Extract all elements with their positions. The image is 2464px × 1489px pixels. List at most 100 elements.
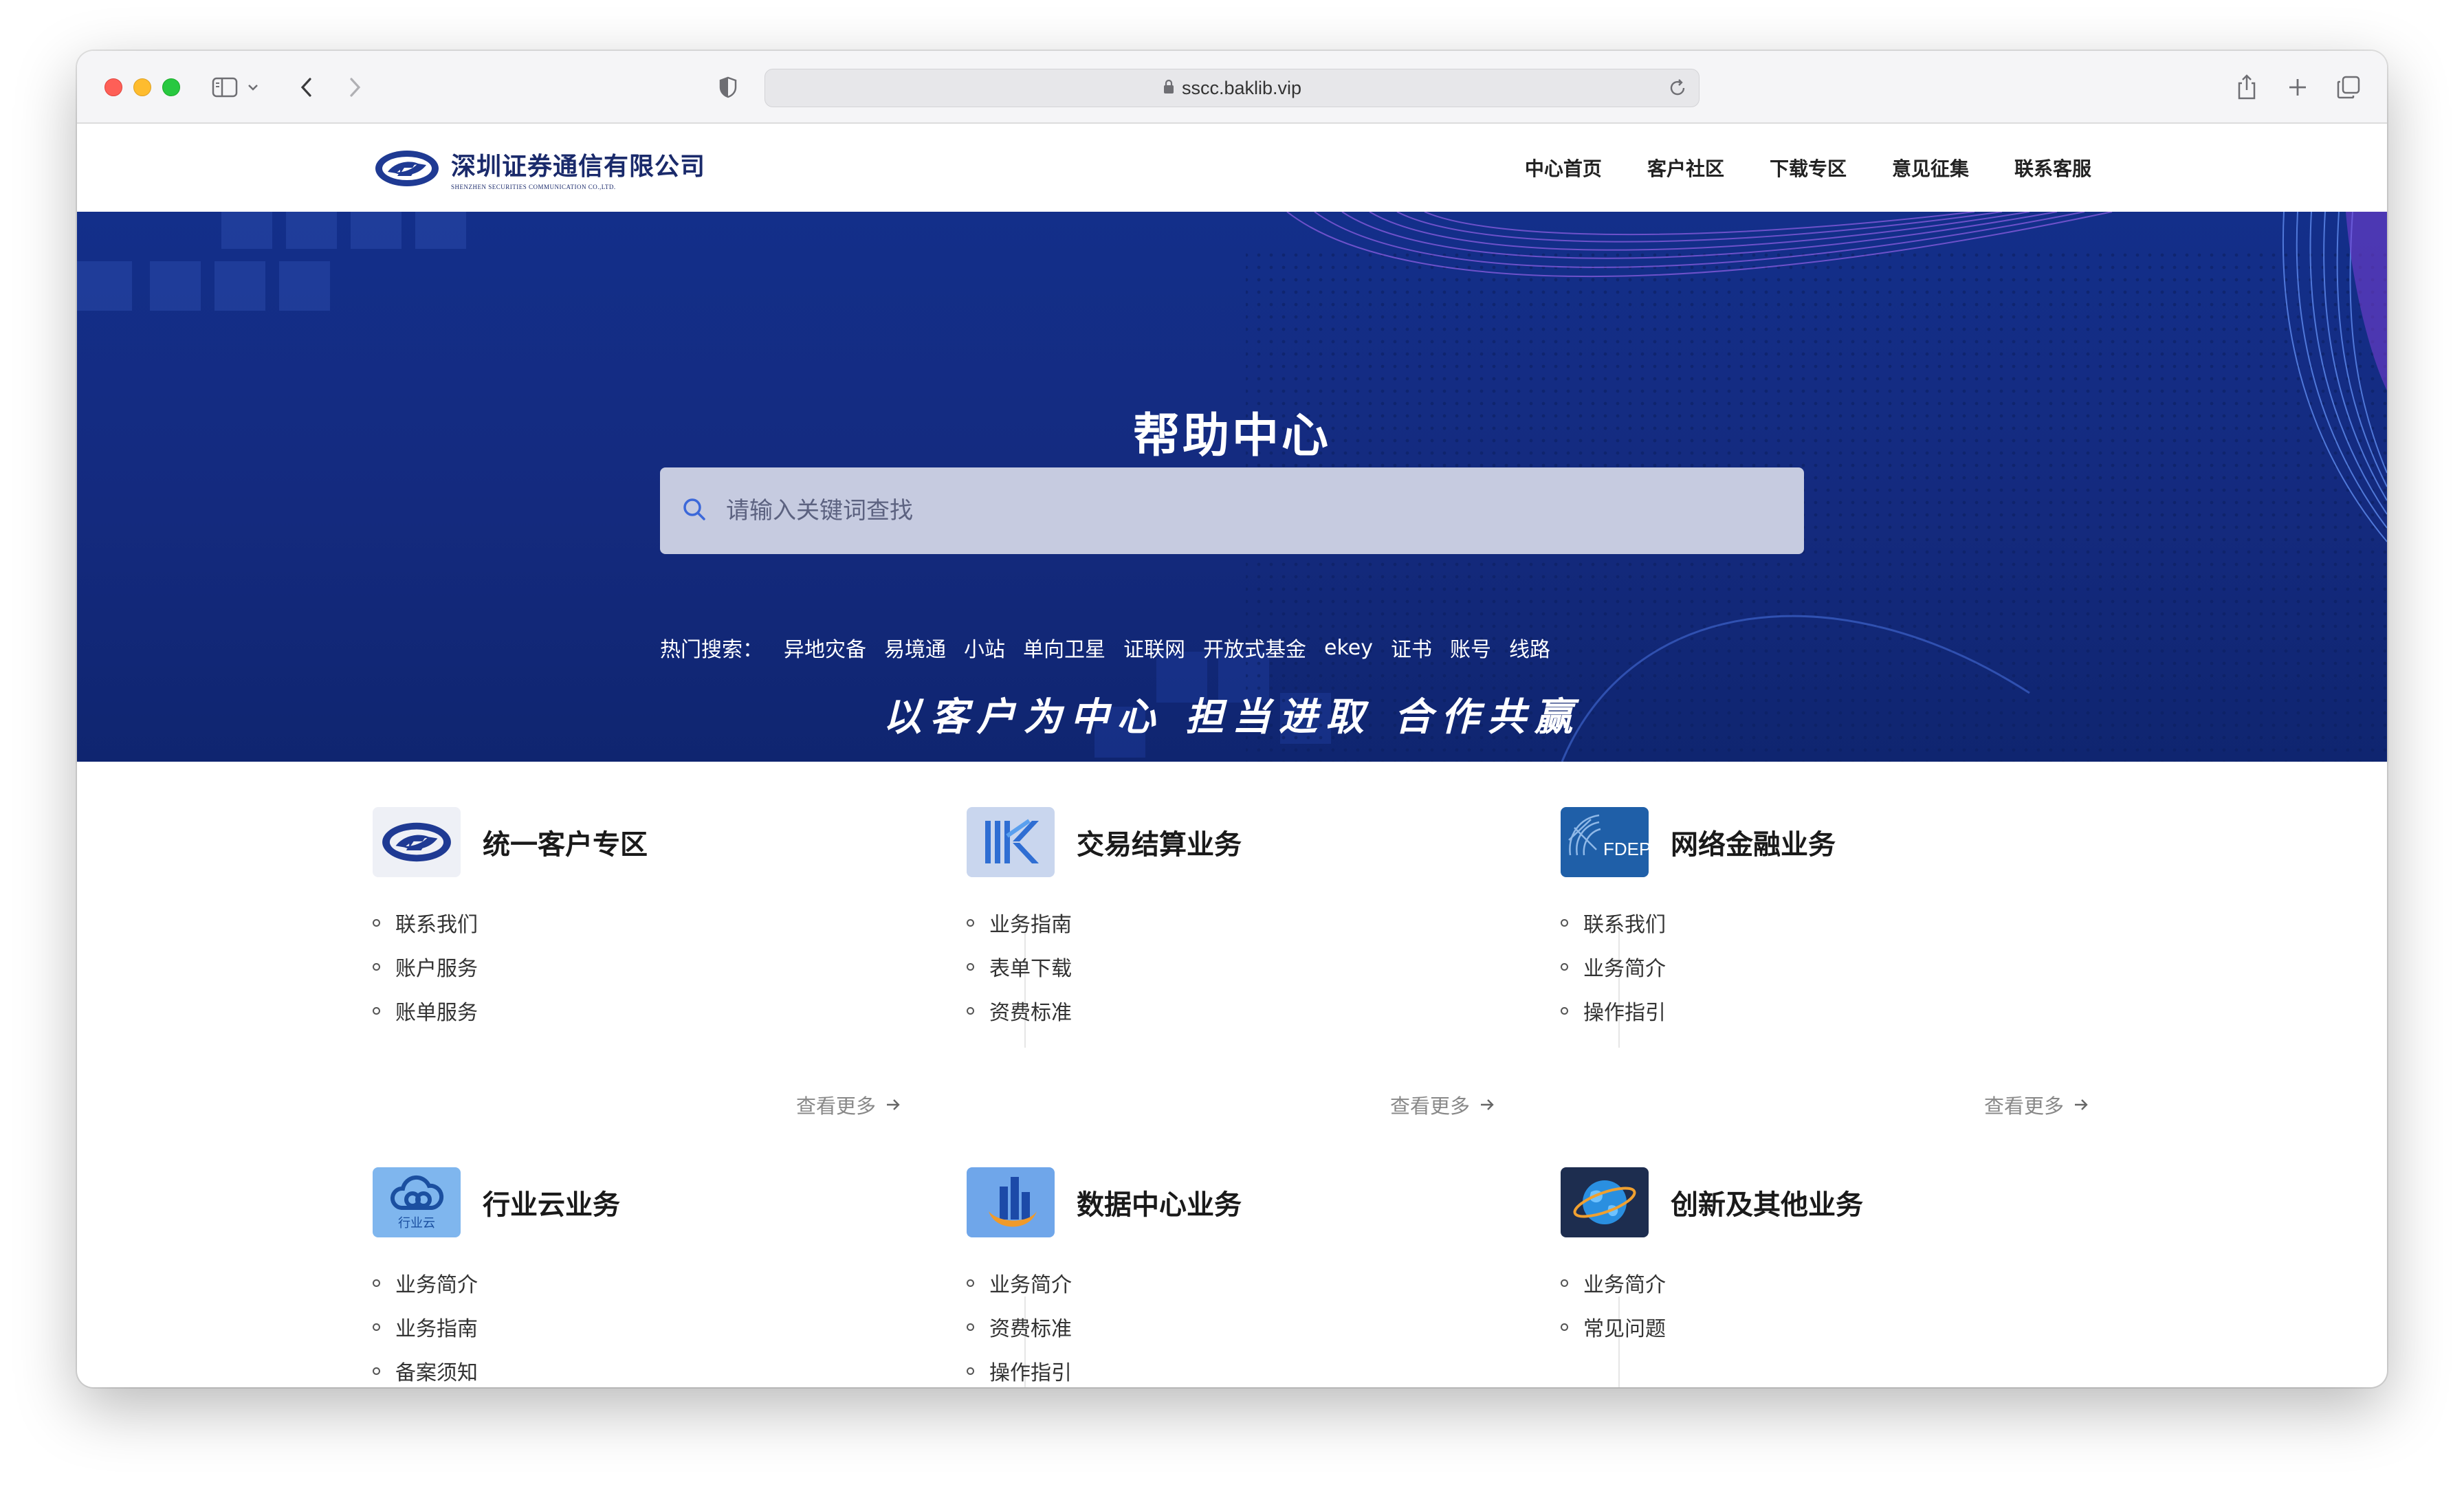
close-window-button[interactable] — [104, 78, 122, 96]
url-text: sscc.baklib.vip — [1181, 77, 1302, 98]
hero-slogan: 以客户为中心 担当进取 合作共赢 — [883, 694, 1581, 740]
company-emblem-icon — [375, 151, 439, 186]
category-card-trading-settlement: 交易结算业务 业务指南 表单下载 资费标准 查看更多 — [967, 807, 1517, 1118]
category-link-list: 业务简介 业务指南 备案须知 — [373, 1261, 923, 1387]
forward-icon[interactable] — [345, 71, 364, 103]
nav-support[interactable]: 联系客服 — [2014, 154, 2091, 181]
main-nav: 中心首页 客户社区 下载专区 意见征集 联系客服 — [1525, 154, 2091, 181]
industry-cloud-logo-text: 行业云 — [398, 1216, 435, 1231]
nav-community[interactable]: 客户社区 — [1647, 154, 1724, 181]
hero-banner: 帮助中心 热门搜索： 异地灾备 易境通 小站 单向卫星 证联网 开放式基金 ek… — [77, 212, 2387, 762]
minimize-window-button[interactable] — [133, 78, 151, 96]
category-link[interactable]: 备案须知 — [373, 1349, 923, 1387]
bullet-icon — [373, 1367, 380, 1375]
bullet-icon — [967, 1279, 974, 1287]
category-title[interactable]: 交易结算业务 — [1077, 822, 1242, 862]
category-link[interactable]: 操作指引 — [967, 1349, 1517, 1387]
view-more-link[interactable]: 查看更多 — [1984, 1090, 2089, 1119]
category-card-unified-customer: 统一客户专区 联系我们 账户服务 账单服务 查看更多 — [373, 807, 923, 1118]
bullet-icon — [1561, 918, 1568, 927]
nav-home[interactable]: 中心首页 — [1525, 154, 1602, 181]
category-link[interactable]: 账户服务 — [373, 945, 923, 989]
category-link[interactable]: 常见问题 — [1561, 1305, 2111, 1349]
category-link[interactable]: 业务简介 — [373, 1261, 923, 1305]
category-link[interactable]: 联系我们 — [1561, 901, 2111, 945]
category-link[interactable]: 业务指南 — [967, 901, 1517, 945]
category-title[interactable]: 行业云业务 — [483, 1182, 620, 1222]
bullet-icon — [373, 1006, 380, 1015]
bullet-icon — [1561, 962, 1568, 971]
category-link[interactable]: 资费标准 — [967, 989, 1517, 1033]
chevron-down-icon[interactable] — [246, 71, 260, 103]
category-link-list: 业务简介 资费标准 操作指引 — [967, 1261, 1517, 1387]
hot-search-item[interactable]: 单向卫星 — [1023, 632, 1106, 663]
arrow-right-icon — [887, 1099, 900, 1110]
arrow-right-icon — [2075, 1099, 2088, 1110]
category-title[interactable]: 数据中心业务 — [1077, 1182, 1242, 1222]
bullet-icon — [373, 918, 380, 927]
bullet-icon — [373, 1323, 380, 1331]
hot-search-item[interactable]: 账号 — [1450, 632, 1491, 663]
logo-english-name: SHENZHEN SECURITIES COMMUNICATION CO.,LT… — [451, 184, 616, 190]
privacy-shield-icon[interactable] — [718, 71, 738, 103]
arrow-right-icon — [1481, 1099, 1494, 1110]
trading-settlement-logo-icon — [967, 807, 1055, 877]
hero-title: 帮助中心 — [1132, 409, 1331, 463]
category-link-list: 联系我们 账户服务 账单服务 — [373, 901, 923, 1033]
bullet-icon — [373, 1279, 380, 1287]
category-link-list: 业务指南 表单下载 资费标准 — [967, 901, 1517, 1033]
share-icon[interactable] — [2236, 71, 2258, 103]
category-link[interactable]: 业务简介 — [1561, 1261, 2111, 1305]
hot-search-item[interactable]: 开放式基金 — [1203, 632, 1306, 663]
category-link[interactable]: 操作指引 — [1561, 989, 2111, 1033]
bullet-icon — [1561, 1006, 1568, 1015]
nav-feedback[interactable]: 意见征集 — [1892, 154, 1969, 181]
category-title[interactable]: 统一客户专区 — [483, 822, 648, 862]
category-link[interactable]: 业务简介 — [967, 1261, 1517, 1305]
category-link-list: 联系我们 业务简介 操作指引 — [1561, 901, 2111, 1033]
category-link[interactable]: 业务简介 — [1561, 945, 2111, 989]
nav-downloads[interactable]: 下载专区 — [1770, 154, 1847, 181]
company-logo[interactable]: 深圳证券通信有限公司 SHENZHEN SECURITIES COMMUNICA… — [373, 144, 705, 192]
category-link[interactable]: 资费标准 — [967, 1305, 1517, 1349]
view-more-link[interactable]: 查看更多 — [1390, 1090, 1495, 1119]
bullet-icon — [967, 1367, 974, 1375]
bullet-icon — [1561, 1279, 1568, 1287]
data-center-logo-icon — [967, 1167, 1055, 1237]
category-link[interactable]: 联系我们 — [373, 901, 923, 945]
bullet-icon — [1561, 1323, 1568, 1331]
bullet-icon — [373, 962, 380, 971]
category-link[interactable]: 账单服务 — [373, 989, 923, 1033]
bullet-icon — [967, 1006, 974, 1015]
category-link[interactable]: 表单下载 — [967, 945, 1517, 989]
hot-search-item[interactable]: 小站 — [964, 632, 1005, 663]
innovation-globe-icon — [1561, 1167, 1649, 1237]
hot-search-item[interactable]: 证书 — [1391, 632, 1432, 663]
view-more-link[interactable]: 查看更多 — [796, 1090, 901, 1119]
search-input[interactable] — [726, 467, 1804, 554]
hot-search-item[interactable]: 异地灾备 — [784, 632, 866, 663]
search-box[interactable] — [660, 467, 1804, 554]
network-finance-logo-icon: FDEP — [1561, 807, 1649, 877]
category-link[interactable]: 业务指南 — [373, 1305, 923, 1349]
category-card-innovation: 创新及其他业务 业务简介 常见问题 — [1561, 1167, 2111, 1349]
tab-overview-icon[interactable] — [2336, 71, 2361, 103]
hot-search-item[interactable]: 易境通 — [884, 632, 946, 663]
category-title[interactable]: 网络金融业务 — [1671, 822, 1836, 862]
hot-search-item[interactable]: ekey — [1324, 636, 1373, 660]
address-bar[interactable]: sscc.baklib.vip — [764, 69, 1700, 107]
category-title[interactable]: 创新及其他业务 — [1671, 1182, 1863, 1222]
back-icon[interactable] — [297, 71, 316, 103]
zoom-window-button[interactable] — [162, 78, 180, 96]
new-tab-icon[interactable] — [2287, 71, 2309, 103]
hot-search-item[interactable]: 线路 — [1509, 632, 1550, 663]
bullet-icon — [967, 1323, 974, 1331]
hot-search-item[interactable]: 证联网 — [1123, 632, 1185, 663]
hot-search-label: 热门搜索： — [660, 638, 763, 662]
browser-window: sscc.baklib.vip 深圳证券通信有限公司 SHENZHEN SECU… — [77, 51, 2387, 1387]
svg-text:FDEP: FDEP — [1603, 839, 1649, 859]
sidebar-toggle-icon[interactable] — [212, 71, 239, 103]
reload-icon[interactable] — [1667, 78, 1688, 101]
industry-cloud-logo-icon: 行业云 — [373, 1167, 461, 1237]
search-icon — [681, 496, 708, 526]
